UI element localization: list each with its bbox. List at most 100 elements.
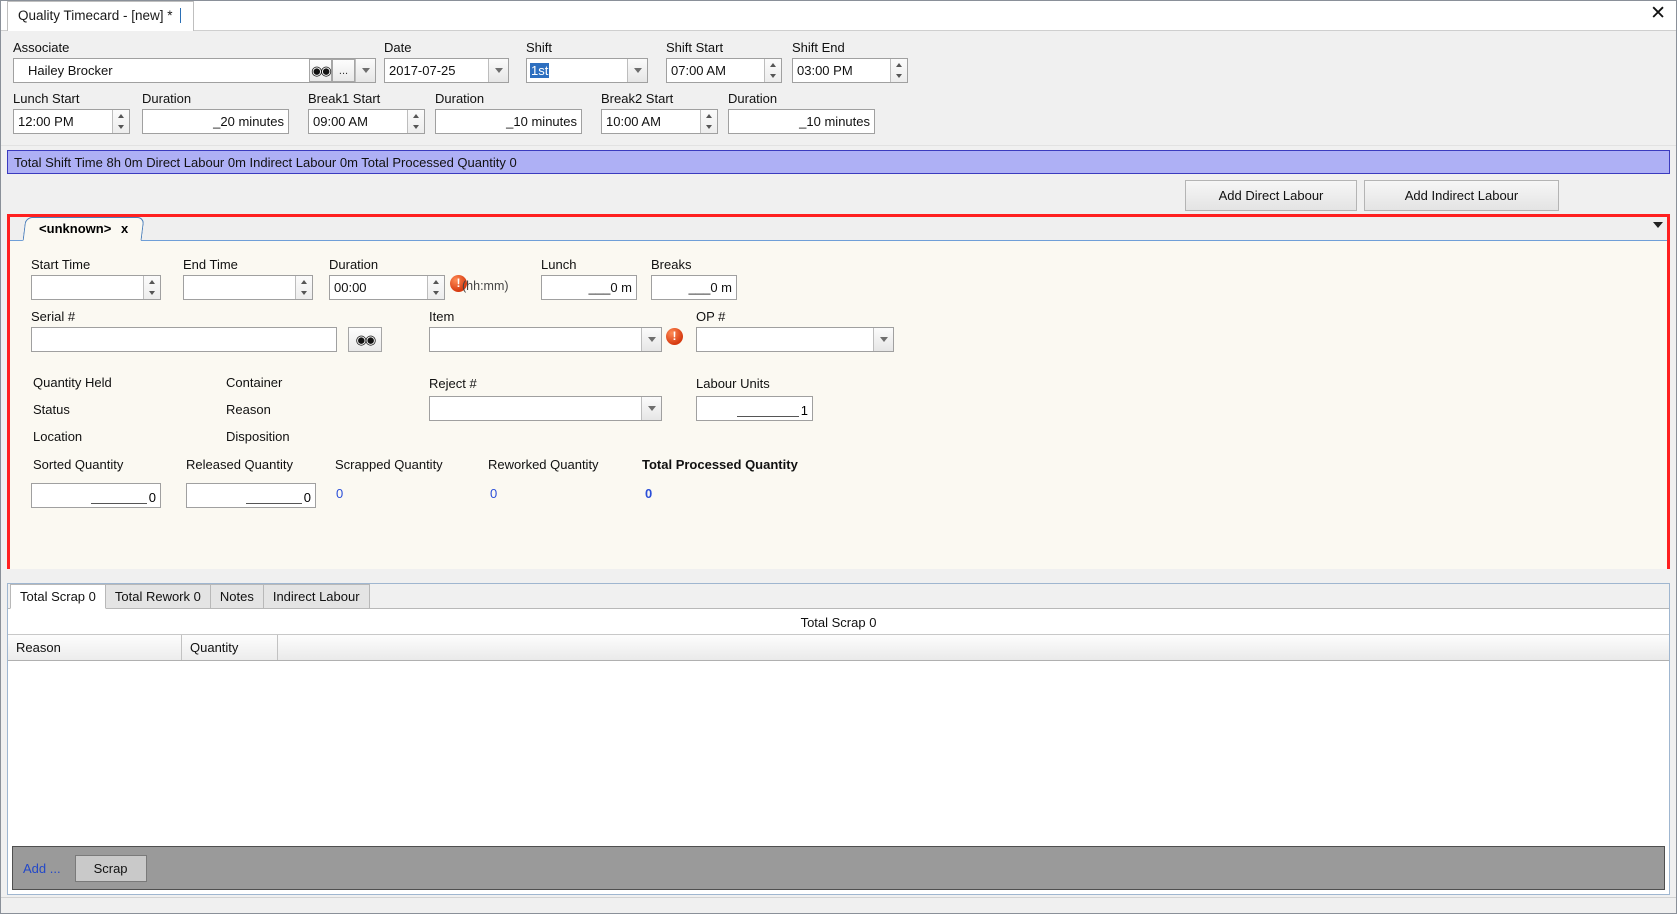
shift-end-input-group[interactable] [792, 58, 908, 83]
break2-start-input[interactable] [602, 110, 700, 133]
item-select[interactable] [429, 327, 662, 352]
lunch-input-group[interactable] [541, 275, 637, 300]
lunch-start-stepper[interactable] [112, 110, 129, 133]
start-time-stepper[interactable] [143, 276, 160, 299]
break2-start-label: Break2 Start [601, 91, 674, 106]
labour-units-label: Labour Units [696, 376, 770, 391]
lunch-duration-input-group[interactable] [142, 109, 289, 134]
shift-select[interactable]: 1st [526, 58, 648, 83]
binoculars-icon[interactable]: ◉◉ [348, 327, 382, 352]
chevron-down-icon[interactable] [873, 328, 893, 351]
break2-duration-input[interactable] [729, 110, 874, 133]
column-header-quantity[interactable]: Quantity [182, 635, 278, 660]
sorted-quantity-value-wrap[interactable]: 0 [32, 484, 160, 507]
scrap-button[interactable]: Scrap [74, 854, 147, 882]
total-processed-quantity-value: 0 [645, 486, 653, 501]
item-input[interactable] [430, 328, 641, 351]
associate-label: Associate [13, 40, 70, 55]
end-time-input[interactable] [184, 276, 295, 299]
shift-start-input[interactable] [667, 59, 764, 82]
lunch-input[interactable] [542, 276, 636, 299]
date-input-group[interactable] [384, 58, 509, 83]
duration-stepper[interactable] [427, 276, 444, 299]
associate-browse-button[interactable]: ... [332, 59, 355, 82]
break1-duration-label: Duration [435, 91, 485, 106]
chevron-down-icon[interactable] [355, 59, 375, 82]
released-quantity-value-wrap[interactable]: 0 [187, 484, 315, 507]
scrap-grid-footer: Add ... Scrap [12, 846, 1665, 890]
tab-total-rework[interactable]: Total Rework 0 [104, 584, 211, 608]
break2-duration-input-group[interactable] [728, 109, 875, 134]
date-input[interactable] [385, 59, 488, 82]
tab-notes[interactable]: Notes [209, 584, 264, 608]
error-icon[interactable]: ! [666, 328, 683, 345]
serial-input[interactable] [32, 328, 336, 351]
labour-units-underline [737, 416, 799, 417]
lunch-start-input[interactable] [14, 110, 112, 133]
shift-end-input[interactable] [793, 59, 890, 82]
op-select[interactable] [696, 327, 894, 352]
add-direct-labour-label: Add Direct Labour [1218, 188, 1324, 203]
disposition-label: Disposition [226, 429, 290, 444]
shift-start-stepper[interactable] [764, 59, 781, 82]
reject-input[interactable] [430, 397, 641, 420]
start-time-input-group[interactable] [31, 275, 161, 300]
chevron-down-icon[interactable] [1653, 222, 1663, 228]
tab-notes-label: Notes [219, 589, 254, 604]
column-header-reason[interactable]: Reason [8, 635, 182, 660]
shift-value: 1st [530, 63, 550, 78]
lunch-duration-label: Duration [142, 91, 192, 106]
reject-label: Reject # [429, 376, 477, 391]
break1-duration-input[interactable] [436, 110, 581, 133]
breaks-input-group[interactable] [651, 275, 737, 300]
serial-input-group[interactable] [31, 327, 337, 352]
labour-tab-close-icon[interactable]: x [121, 221, 128, 236]
labour-tab-unknown[interactable]: <unknown> x [22, 217, 145, 241]
chevron-down-icon[interactable] [641, 397, 661, 420]
add-direct-labour-button[interactable]: Add Direct Labour [1185, 180, 1357, 211]
shift-start-input-group[interactable] [666, 58, 782, 83]
duration-input[interactable] [330, 276, 427, 299]
reworked-quantity-value: 0 [490, 486, 498, 501]
end-time-input-group[interactable] [183, 275, 313, 300]
duration-label: Duration [329, 257, 379, 272]
shift-end-stepper[interactable] [890, 59, 907, 82]
sorted-quantity-input-group[interactable]: 0 [31, 483, 161, 508]
break1-duration-input-group[interactable] [435, 109, 582, 134]
released-quantity-label: Released Quantity [186, 457, 293, 472]
add-row-link[interactable]: Add ... [23, 861, 61, 876]
breaks-input[interactable] [652, 276, 736, 299]
scrap-grid-header: Reason Quantity [8, 634, 1669, 661]
op-input[interactable] [697, 328, 873, 351]
associate-input-group[interactable]: ◉◉ ... [13, 58, 376, 83]
add-indirect-labour-button[interactable]: Add Indirect Labour [1364, 180, 1559, 211]
labour-units-value-wrap[interactable]: 1 [697, 397, 812, 420]
chevron-down-icon[interactable] [641, 328, 661, 351]
document-tab[interactable]: Quality Timecard - [new] * [7, 1, 194, 31]
associate-input[interactable] [14, 59, 309, 82]
break1-start-stepper[interactable] [407, 110, 424, 133]
end-time-stepper[interactable] [295, 276, 312, 299]
close-icon[interactable]: ✕ [1650, 4, 1666, 23]
released-quantity-input-group[interactable]: 0 [186, 483, 316, 508]
tab-total-scrap[interactable]: Total Scrap 0 [10, 584, 106, 609]
shift-start-label: Shift Start [666, 40, 724, 55]
break1-start-input-group[interactable] [308, 109, 425, 134]
chevron-down-icon[interactable] [488, 59, 508, 82]
labour-units-value: 1 [800, 403, 808, 418]
labour-tabstrip: <unknown> x [10, 217, 1667, 241]
header-row-2: Lunch Start Duration Break1 Start Durati… [9, 89, 1668, 141]
break2-start-input-group[interactable] [601, 109, 718, 134]
total-processed-quantity-label: Total Processed Quantity [642, 457, 798, 472]
break1-start-input[interactable] [309, 110, 407, 133]
chevron-down-icon[interactable] [627, 59, 647, 82]
tab-indirect-labour[interactable]: Indirect Labour [262, 584, 370, 608]
lunch-duration-input[interactable] [143, 110, 288, 133]
break2-start-stepper[interactable] [700, 110, 717, 133]
binoculars-icon[interactable]: ◉◉ [309, 59, 332, 82]
labour-units-input-group[interactable]: 1 [696, 396, 813, 421]
start-time-input[interactable] [32, 276, 143, 299]
lunch-start-input-group[interactable] [13, 109, 130, 134]
reject-select[interactable] [429, 396, 662, 421]
duration-input-group[interactable] [329, 275, 445, 300]
